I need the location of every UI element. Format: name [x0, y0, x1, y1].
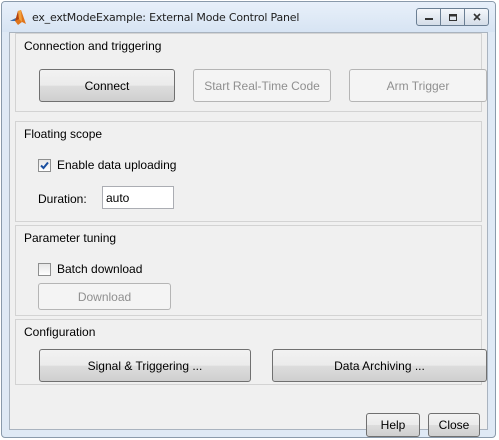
window-controls: [416, 8, 489, 26]
connection-group: Connection and triggering Connect Start …: [15, 33, 487, 112]
close-button[interactable]: [464, 8, 489, 26]
enable-data-uploading-label: Enable data uploading: [57, 158, 177, 172]
data-archiving-button[interactable]: Data Archiving ...: [272, 349, 487, 382]
external-mode-window: ex_extModeExample: External Mode Control…: [1, 1, 496, 438]
help-button[interactable]: Help: [366, 413, 420, 437]
connection-group-title: Connection and triggering: [23, 39, 163, 53]
arm-trigger-button[interactable]: Arm Trigger: [349, 69, 487, 102]
maximize-button[interactable]: [440, 8, 465, 26]
minimize-icon: [424, 13, 434, 21]
batch-download-checkbox[interactable]: [38, 263, 51, 276]
connect-button[interactable]: Connect: [39, 69, 175, 102]
parameter-tuning-group: Parameter tuning Batch download Download: [15, 225, 482, 316]
window-title: ex_extModeExample: External Mode Control…: [32, 11, 300, 24]
floating-scope-group: Floating scope Enable data uploading Dur…: [15, 121, 482, 222]
floating-scope-group-title: Floating scope: [23, 127, 104, 141]
signal-triggering-button[interactable]: Signal & Triggering ...: [39, 349, 251, 382]
title-bar[interactable]: ex_extModeExample: External Mode Control…: [2, 2, 495, 32]
batch-download-label: Batch download: [57, 262, 143, 276]
configuration-group-title: Configuration: [23, 325, 97, 339]
duration-label: Duration:: [38, 192, 87, 206]
duration-input[interactable]: [102, 186, 174, 209]
download-button[interactable]: Download: [38, 283, 171, 310]
parameter-tuning-group-title: Parameter tuning: [23, 231, 118, 245]
checkmark-icon: [40, 161, 49, 170]
close-icon: [472, 12, 482, 22]
matlab-logo-icon: [9, 9, 27, 27]
panel-client-area: Connection and triggering Connect Start …: [9, 32, 488, 437]
enable-data-uploading-checkbox[interactable]: [38, 159, 51, 172]
minimize-button[interactable]: [416, 8, 441, 26]
maximize-icon: [448, 13, 458, 22]
start-real-time-code-button[interactable]: Start Real-Time Code: [193, 69, 331, 102]
configuration-group: Configuration Signal & Triggering ... Da…: [15, 319, 487, 385]
close-dialog-button[interactable]: Close: [428, 413, 480, 437]
